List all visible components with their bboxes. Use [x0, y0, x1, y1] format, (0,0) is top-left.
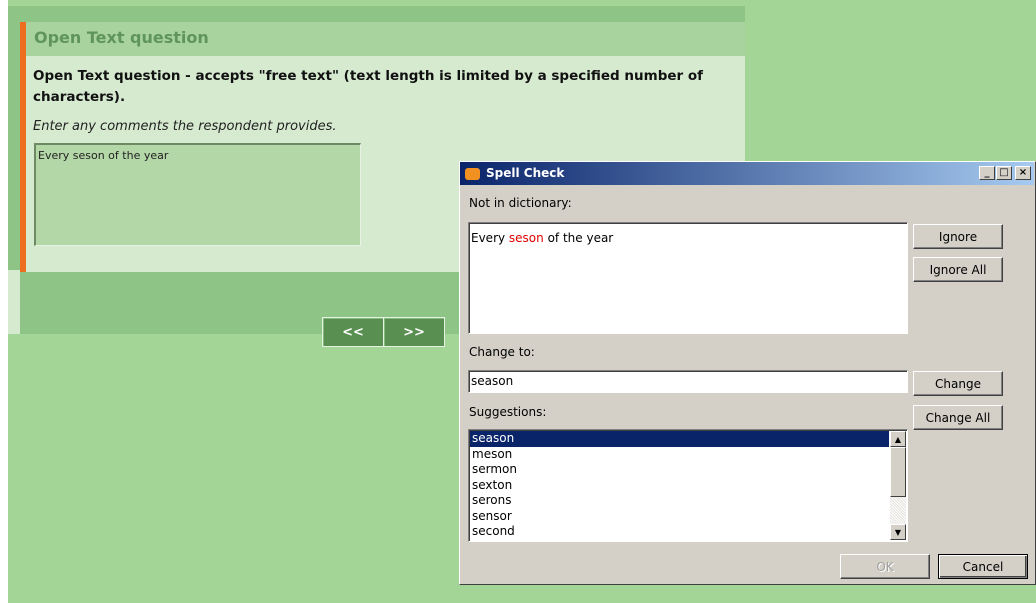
answer-textarea[interactable]: Every seson of the year: [34, 143, 361, 246]
not-in-dictionary-box[interactable]: Every seson of the year: [468, 222, 908, 334]
question-accent-bar: [20, 22, 26, 272]
scroll-thumb[interactable]: [890, 447, 906, 497]
scroll-up-arrow-icon[interactable]: ▲: [890, 431, 906, 447]
maximize-button[interactable]: □: [996, 166, 1012, 180]
suggestion-item[interactable]: season: [470, 431, 889, 447]
next-button[interactable]: >>: [383, 317, 445, 347]
ignore-button[interactable]: Ignore: [913, 224, 1003, 249]
minimize-button[interactable]: _: [979, 166, 995, 180]
suggestion-item[interactable]: serons: [470, 493, 889, 509]
suggestions-items: season meson sermon sexton serons sensor…: [470, 431, 889, 540]
previous-button[interactable]: <<: [322, 317, 384, 347]
speech-bubble-icon: [465, 168, 480, 180]
misspelled-word: seson: [508, 231, 544, 245]
change-to-input[interactable]: season: [468, 370, 908, 393]
ignore-all-button[interactable]: Ignore All: [913, 257, 1003, 282]
change-button[interactable]: Change: [913, 371, 1003, 396]
suggestion-item[interactable]: second: [470, 524, 889, 540]
context-before: Every: [471, 231, 509, 245]
suggestions-list[interactable]: season meson sermon sexton serons sensor…: [468, 429, 908, 542]
left-margin-light: [8, 270, 20, 334]
question-title: Open Text question: [34, 28, 209, 47]
change-all-button[interactable]: Change All: [913, 405, 1003, 430]
suggestion-item[interactable]: sensor: [470, 509, 889, 525]
ok-button[interactable]: OK: [840, 554, 930, 579]
left-margin: [8, 22, 20, 270]
close-button[interactable]: ×: [1015, 166, 1031, 180]
suggestion-item[interactable]: sexton: [470, 478, 889, 494]
suggestion-item[interactable]: sermon: [470, 462, 889, 478]
suggestions-scrollbar[interactable]: ▲ ▼: [890, 431, 906, 540]
not-in-dictionary-label: Not in dictionary:: [469, 196, 572, 210]
change-to-label: Change to:: [469, 345, 535, 359]
dialog-title: Spell Check: [486, 166, 565, 180]
suggestions-label: Suggestions:: [469, 405, 547, 419]
context-after: of the year: [543, 231, 614, 245]
top-strip: [8, 6, 745, 22]
scroll-down-arrow-icon[interactable]: ▼: [890, 524, 906, 540]
question-hint: Enter any comments the respondent provid…: [33, 119, 337, 134]
suggestion-item[interactable]: meson: [470, 447, 889, 463]
question-text: Open Text question - accepts "free text"…: [33, 68, 704, 105]
cancel-button[interactable]: Cancel: [938, 554, 1028, 579]
